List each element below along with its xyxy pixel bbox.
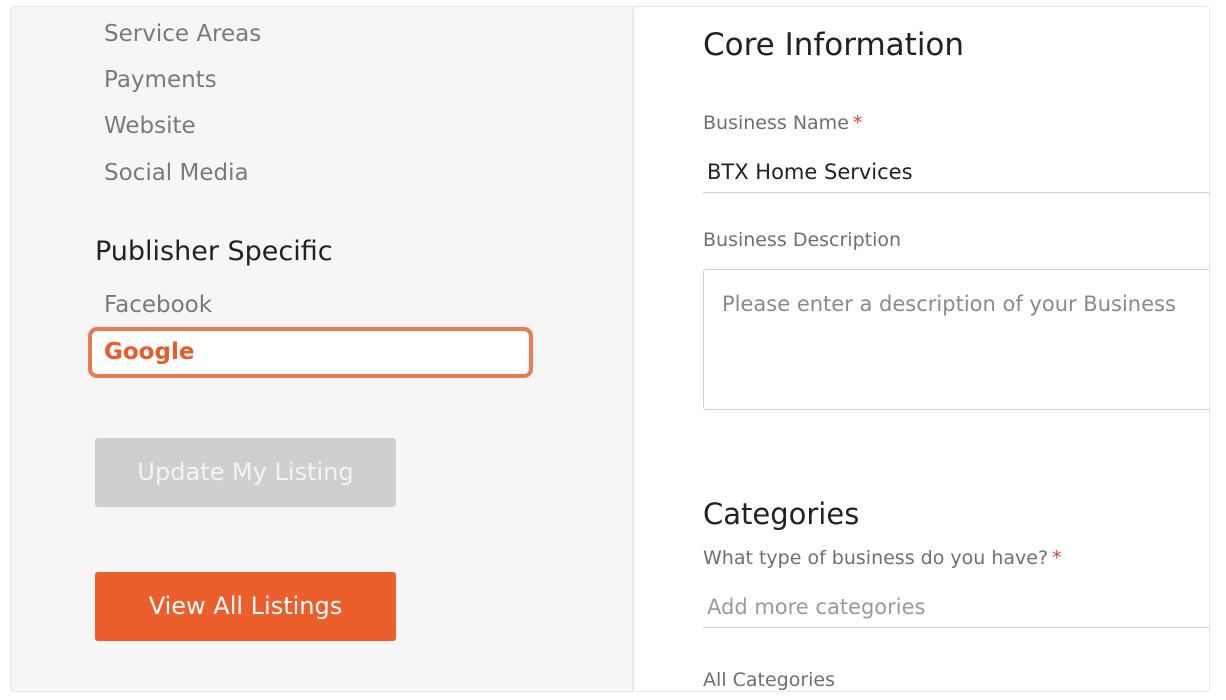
sidebar-item-facebook[interactable]: Facebook [104, 290, 212, 320]
sidebar: Service Areas Payments Website Social Me… [11, 7, 633, 691]
sidebar-item-website[interactable]: Website [104, 111, 196, 141]
categories-input[interactable]: Add more categories [703, 586, 1209, 628]
sidebar-item-service-areas[interactable]: Service Areas [104, 19, 261, 49]
sidebar-item-google[interactable]: Google [104, 337, 194, 367]
business-name-label: Business Name * [703, 112, 862, 134]
sidebar-item-social-media[interactable]: Social Media [104, 158, 249, 188]
app-frame: Service Areas Payments Website Social Me… [10, 6, 1210, 692]
business-name-input[interactable]: BTX Home Services [703, 151, 1209, 193]
sidebar-item-payments[interactable]: Payments [104, 65, 217, 95]
all-categories-label: All Categories [703, 669, 836, 691]
core-information-title: Core Information [703, 27, 965, 63]
business-description-textarea[interactable]: Please enter a description of your Busin… [703, 269, 1209, 410]
publisher-specific-heading: Publisher Specific [95, 236, 333, 267]
required-marker: * [1052, 547, 1062, 569]
update-my-listing-button[interactable]: Update My Listing [95, 438, 396, 507]
categories-title: Categories [703, 497, 860, 531]
view-all-listings-button[interactable]: View All Listings [95, 572, 396, 641]
required-marker: * [852, 112, 863, 134]
categories-question-label: What type of business do you have? * [703, 547, 1062, 569]
business-description-label: Business Description [703, 229, 902, 251]
business-name-label-text: Business Name [703, 112, 849, 134]
categories-question-text: What type of business do you have? [703, 547, 1049, 569]
main-content: Core Information Business Name * BTX Home… [634, 7, 1209, 691]
